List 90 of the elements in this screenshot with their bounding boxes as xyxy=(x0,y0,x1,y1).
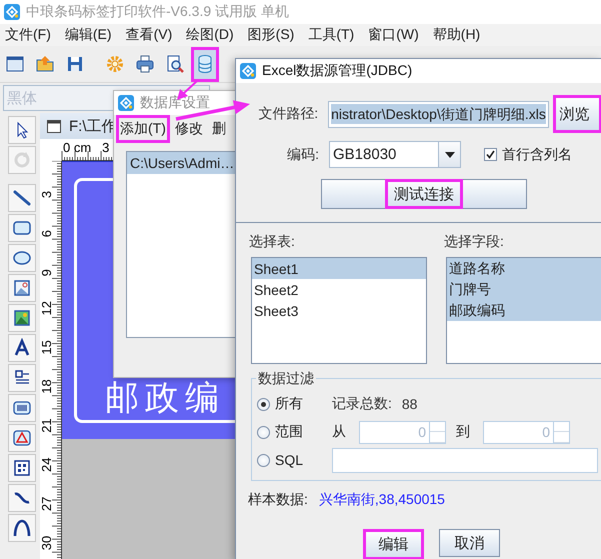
letter-a-icon xyxy=(12,338,32,358)
list-label: 选择表: xyxy=(249,233,296,251)
image-icon xyxy=(12,278,32,298)
tool-button[interactable] xyxy=(8,484,36,512)
tool-button[interactable] xyxy=(8,424,36,452)
ruler-number: 15 xyxy=(40,340,54,355)
encoding-dropdown[interactable]: GB18030 xyxy=(329,141,461,168)
arc-icon xyxy=(12,518,32,538)
ruler-number: 0 cm xyxy=(63,140,92,155)
record-count: 88 xyxy=(402,396,418,412)
gear-icon xyxy=(105,54,125,74)
radio-button[interactable] xyxy=(257,454,270,466)
dialog-title: Excel数据源管理(JDBC) xyxy=(262,62,412,80)
radio-button[interactable] xyxy=(257,398,270,410)
list-item[interactable]: 邮政编码 xyxy=(447,300,601,321)
dialog-button[interactable]: 编辑 xyxy=(363,529,424,559)
menu-item[interactable]: 绘图(D) xyxy=(186,26,234,44)
list-item[interactable]: Sheet1 xyxy=(252,258,426,279)
rotate-icon xyxy=(12,150,32,170)
menu-item[interactable]: 文件(F) xyxy=(5,26,51,44)
check-icon xyxy=(486,150,495,159)
tool-button[interactable] xyxy=(8,394,36,422)
menu-item[interactable]: 添加(T) xyxy=(116,115,170,143)
label-text: 邮政编 xyxy=(105,380,225,416)
radio-label: 所有 xyxy=(275,395,304,413)
app-icon xyxy=(4,4,20,20)
menu-item[interactable]: 窗口(W) xyxy=(368,26,419,44)
tool-button[interactable] xyxy=(8,454,36,482)
menu-item[interactable]: 图形(S) xyxy=(248,26,294,44)
dialog-button[interactable]: 取消 xyxy=(439,529,500,557)
browse-button[interactable]: 浏览 xyxy=(552,95,601,133)
ruler-number: 24 xyxy=(40,458,54,472)
test-connection-button[interactable]: 测试连接 xyxy=(321,179,527,209)
printer-icon xyxy=(135,54,155,74)
app-icon xyxy=(118,95,134,111)
field-label: 编码: xyxy=(286,146,319,164)
menu-item[interactable]: 编辑(E) xyxy=(64,26,112,44)
magnifier-page-icon xyxy=(165,54,185,74)
ruler-number: 12 xyxy=(40,301,54,316)
tool-button[interactable] xyxy=(8,364,36,392)
caret-icon xyxy=(444,152,454,158)
menu-item[interactable]: 修改 xyxy=(170,115,207,143)
menu-item[interactable]: 工具(T) xyxy=(308,26,354,44)
menu-item[interactable]: 帮助(H) xyxy=(432,26,480,44)
checkbox[interactable] xyxy=(484,148,497,161)
field-label: 记录总数: xyxy=(332,395,392,413)
menu-item[interactable]: 查看(V) xyxy=(126,26,172,44)
field-label: 文件路径: xyxy=(257,105,318,123)
tool-button[interactable] xyxy=(8,214,36,242)
line-icon xyxy=(12,188,32,208)
radio-button[interactable] xyxy=(257,426,270,438)
field-label: 样本数据: xyxy=(248,491,308,509)
toolbar-button[interactable] xyxy=(191,46,219,82)
ruler-number: 18 xyxy=(40,379,54,394)
field-label: 从 xyxy=(332,423,346,441)
group-title: 数据过滤 xyxy=(256,370,316,388)
ruler-number: 9 xyxy=(40,269,54,276)
ruler-number: 3 xyxy=(40,190,54,198)
tool-button[interactable] xyxy=(8,116,36,144)
tool-button[interactable] xyxy=(8,184,36,212)
app-icon xyxy=(240,63,256,79)
list-item[interactable]: Sheet2 xyxy=(252,279,426,300)
tool-button[interactable] xyxy=(8,274,36,302)
list-item[interactable]: 门牌号 xyxy=(447,279,601,300)
field-label: 到 xyxy=(456,423,470,441)
folder-icon xyxy=(35,54,55,74)
radio-label: SQL xyxy=(275,452,304,468)
ruler-number: 21 xyxy=(40,418,54,433)
qr-code-icon xyxy=(12,458,32,478)
ruler-number: 27 xyxy=(40,496,54,512)
tool-button[interactable] xyxy=(8,304,36,332)
window-icon xyxy=(47,120,61,132)
ruler-number: 3 xyxy=(102,140,110,155)
tool-button[interactable] xyxy=(8,514,36,542)
list-label: 选择字段: xyxy=(444,233,505,251)
window-title: 中琅条码标签打印软件-V6.3.9 试用版 单机 xyxy=(26,3,289,21)
path-field[interactable]: nistrator\Desktop\街道门牌明细.xls xyxy=(328,100,548,128)
sample-data: 兴华南街,38,450015 xyxy=(318,491,445,509)
window-icon xyxy=(5,54,25,74)
ruler-number: 6 xyxy=(40,230,54,238)
ruler-number: 30 xyxy=(40,536,54,550)
sql-field[interactable] xyxy=(332,448,598,472)
list-item[interactable]: 道路名称 xyxy=(447,258,601,279)
menu-item[interactable]: 删 xyxy=(208,115,230,143)
tool-button[interactable] xyxy=(8,244,36,272)
picture-icon xyxy=(12,308,32,328)
checkbox-label: 首行含列名 xyxy=(502,146,572,164)
radio-label: 范围 xyxy=(275,423,304,441)
tool-button[interactable] xyxy=(8,334,36,362)
list-item[interactable]: Sheet3 xyxy=(252,300,426,321)
